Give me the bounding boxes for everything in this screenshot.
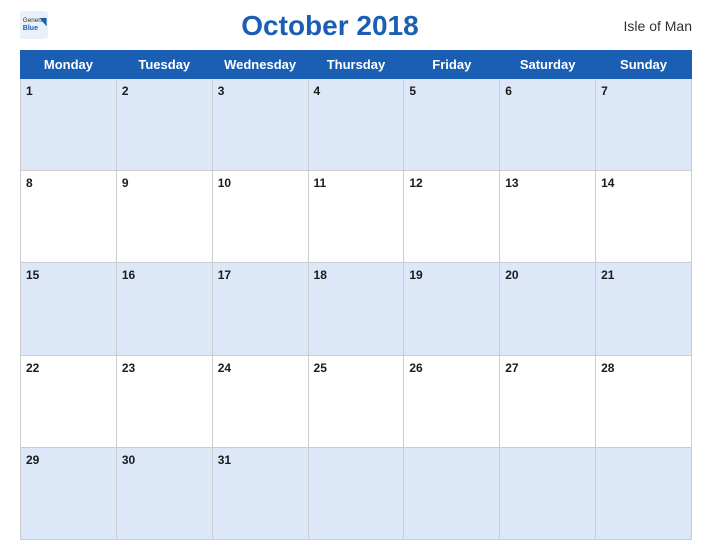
- calendar-cell: 28: [596, 355, 692, 447]
- day-number: 10: [218, 176, 231, 190]
- day-number: 27: [505, 361, 518, 375]
- calendar-week-row: 15 16 17 18 19 20 21: [21, 263, 692, 355]
- calendar-cell: [596, 447, 692, 539]
- day-number: 12: [409, 176, 422, 190]
- calendar-cell: 31: [212, 447, 308, 539]
- calendar-cell: 27: [500, 355, 596, 447]
- day-number: 26: [409, 361, 422, 375]
- calendar-cell: 14: [596, 171, 692, 263]
- day-number: 7: [601, 84, 608, 98]
- calendar-header: General Blue October 2018 Isle of Man: [20, 10, 692, 42]
- calendar-cell: 3: [212, 79, 308, 171]
- svg-text:Blue: Blue: [23, 25, 38, 32]
- calendar-table: MondayTuesdayWednesdayThursdayFridaySatu…: [20, 50, 692, 540]
- calendar-cell: 25: [308, 355, 404, 447]
- calendar-cell: 11: [308, 171, 404, 263]
- day-number: 6: [505, 84, 512, 98]
- calendar-cell: 15: [21, 263, 117, 355]
- day-header-sunday: Sunday: [596, 51, 692, 79]
- calendar-cell: 7: [596, 79, 692, 171]
- day-header-thursday: Thursday: [308, 51, 404, 79]
- calendar-week-row: 1 2 3 4 5 6 7: [21, 79, 692, 171]
- day-number: 15: [26, 268, 39, 282]
- day-number: 31: [218, 453, 231, 467]
- day-header-friday: Friday: [404, 51, 500, 79]
- calendar-cell: 22: [21, 355, 117, 447]
- calendar-cell: 21: [596, 263, 692, 355]
- day-number: 1: [26, 84, 33, 98]
- day-number: 18: [314, 268, 327, 282]
- calendar-cell: 8: [21, 171, 117, 263]
- day-header-tuesday: Tuesday: [116, 51, 212, 79]
- day-number: 16: [122, 268, 135, 282]
- day-number: 4: [314, 84, 321, 98]
- calendar-cell: 4: [308, 79, 404, 171]
- day-number: 13: [505, 176, 518, 190]
- calendar-cell: 12: [404, 171, 500, 263]
- calendar-cell: 20: [500, 263, 596, 355]
- day-number: 20: [505, 268, 518, 282]
- day-number: 29: [26, 453, 39, 467]
- calendar-cell: 16: [116, 263, 212, 355]
- calendar-week-row: 29 30 31: [21, 447, 692, 539]
- day-header-saturday: Saturday: [500, 51, 596, 79]
- day-number: 25: [314, 361, 327, 375]
- region-label: Isle of Man: [612, 18, 692, 34]
- calendar-cell: [308, 447, 404, 539]
- calendar-cell: 19: [404, 263, 500, 355]
- calendar-cell: 24: [212, 355, 308, 447]
- calendar-title: October 2018: [48, 10, 612, 42]
- calendar-week-row: 8 9 10 11 12 13 14: [21, 171, 692, 263]
- calendar-cell: 29: [21, 447, 117, 539]
- day-number: 19: [409, 268, 422, 282]
- day-number: 21: [601, 268, 614, 282]
- day-header-monday: Monday: [21, 51, 117, 79]
- day-number: 28: [601, 361, 614, 375]
- day-number: 2: [122, 84, 129, 98]
- day-number: 11: [314, 176, 327, 190]
- day-number: 14: [601, 176, 614, 190]
- calendar-cell: 17: [212, 263, 308, 355]
- calendar-cell: 26: [404, 355, 500, 447]
- day-number: 5: [409, 84, 416, 98]
- days-header-row: MondayTuesdayWednesdayThursdayFridaySatu…: [21, 51, 692, 79]
- day-header-wednesday: Wednesday: [212, 51, 308, 79]
- calendar-cell: 2: [116, 79, 212, 171]
- logo: General Blue: [20, 11, 48, 41]
- calendar-cell: 30: [116, 447, 212, 539]
- day-number: 30: [122, 453, 135, 467]
- calendar-week-row: 22 23 24 25 26 27 28: [21, 355, 692, 447]
- day-number: 8: [26, 176, 33, 190]
- generalblue-logo-icon: General Blue: [20, 11, 48, 39]
- calendar-cell: 5: [404, 79, 500, 171]
- day-number: 17: [218, 268, 231, 282]
- calendar-cell: 6: [500, 79, 596, 171]
- calendar-cell: 1: [21, 79, 117, 171]
- calendar-cell: 18: [308, 263, 404, 355]
- day-number: 22: [26, 361, 39, 375]
- day-number: 3: [218, 84, 225, 98]
- calendar-cell: 10: [212, 171, 308, 263]
- calendar-cell: 9: [116, 171, 212, 263]
- day-number: 23: [122, 361, 135, 375]
- calendar-cell: 13: [500, 171, 596, 263]
- calendar-cell: [404, 447, 500, 539]
- day-number: 9: [122, 176, 129, 190]
- calendar-cell: 23: [116, 355, 212, 447]
- day-number: 24: [218, 361, 231, 375]
- calendar-cell: [500, 447, 596, 539]
